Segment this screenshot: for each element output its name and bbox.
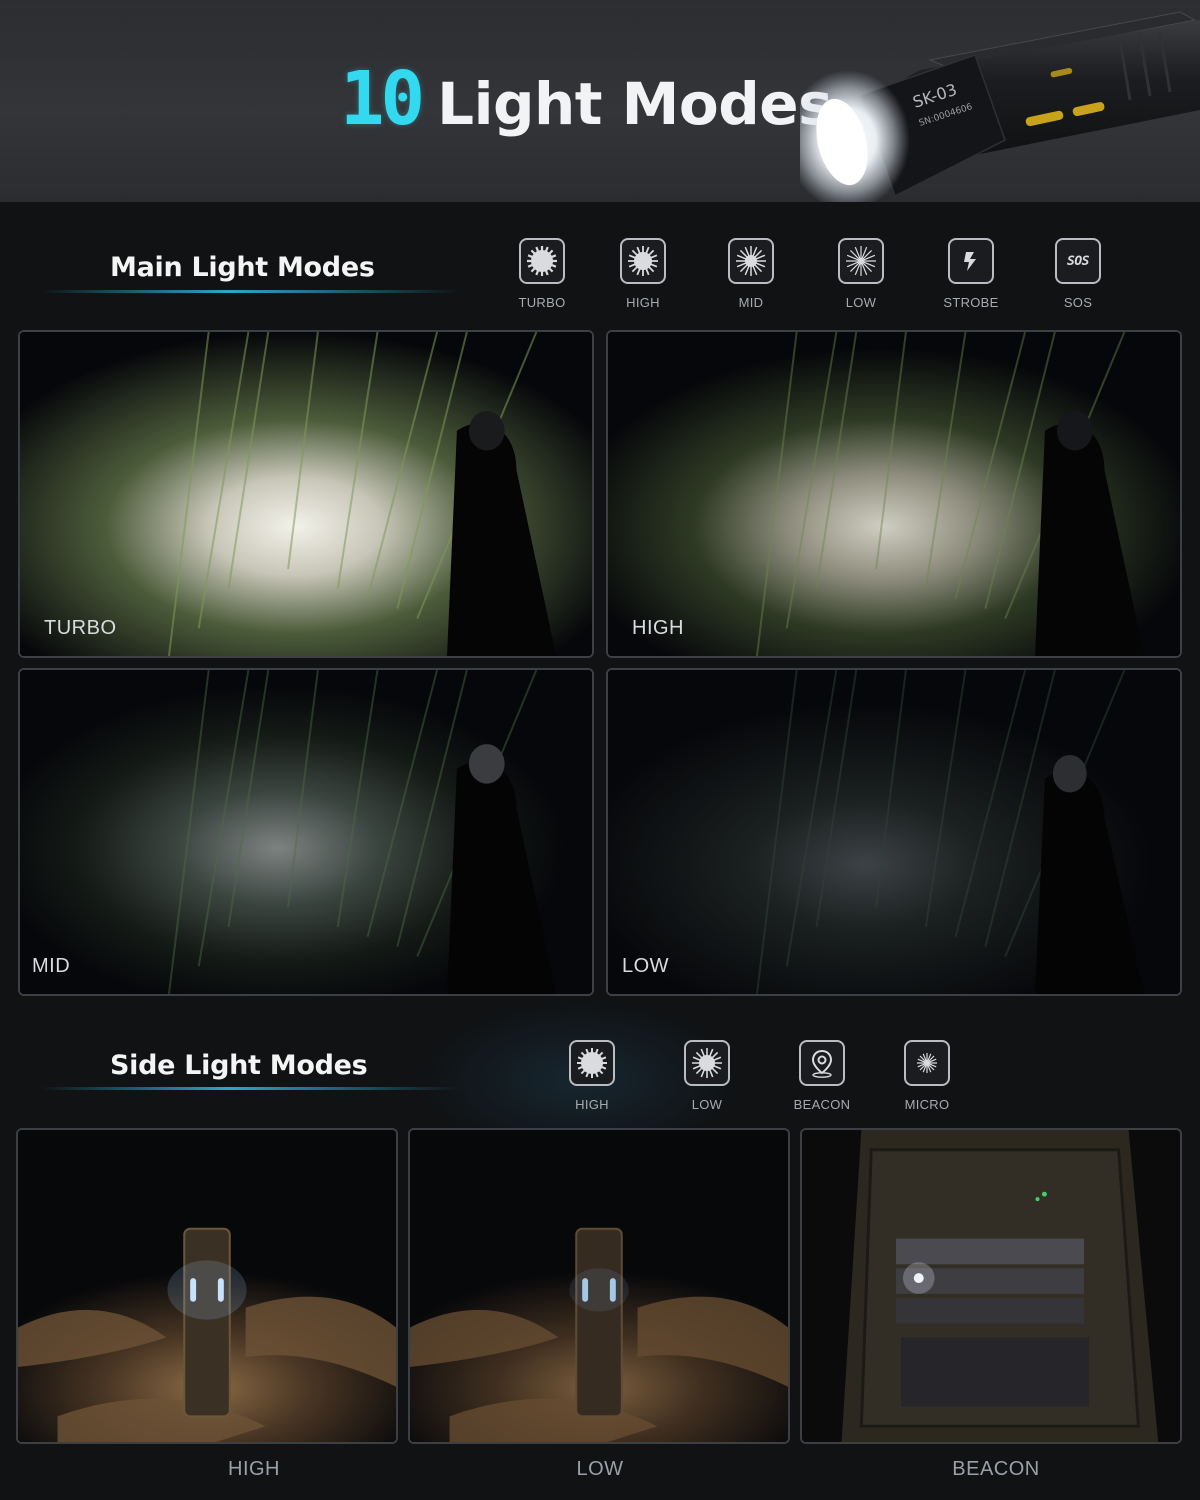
mode-label: HIGH (626, 295, 660, 310)
mode-high: HIGH (603, 238, 683, 310)
side-caption-beacon: BEACON (952, 1458, 1040, 1480)
side-photo-high (16, 1128, 398, 1444)
sun-mid-icon (728, 238, 774, 284)
sun-high-icon (620, 238, 666, 284)
side-caption-high: HIGH (228, 1458, 280, 1480)
mode-label: SOS (1063, 295, 1093, 310)
mode-label: BEACON (793, 1097, 851, 1112)
photo-low: LOW (606, 668, 1182, 996)
photo-label: MID (32, 955, 71, 977)
mode-label: LOW (845, 295, 877, 310)
mode-sos: SOS SOS (1038, 238, 1118, 310)
mode-count: 10 (340, 56, 425, 142)
photo-label: LOW (622, 955, 670, 977)
sun-high-icon (569, 1040, 615, 1086)
mode-mid: MID (711, 238, 791, 310)
mode-label: TURBO (518, 295, 566, 310)
sun-low-icon (838, 238, 884, 284)
photo-label: TURBO (44, 617, 117, 639)
mode-label: MID (738, 295, 764, 310)
lightning-icon (948, 238, 994, 284)
main-title-underline (40, 290, 460, 293)
main-section-title: Main Light Modes (110, 252, 375, 283)
mode-turbo: TURBO (502, 238, 582, 310)
sun-micro-icon (904, 1040, 950, 1086)
photo-label: HIGH (632, 617, 684, 639)
sun-low-icon (684, 1040, 730, 1086)
mode-strobe: STROBE (931, 238, 1011, 310)
title-text: Light Modes (437, 70, 833, 138)
mode-low: LOW (821, 238, 901, 310)
mode-label: HIGH (575, 1097, 609, 1112)
side-mode-low: LOW (667, 1040, 747, 1112)
side-photo-beacon (800, 1128, 1182, 1444)
side-mode-micro: MICRO (887, 1040, 967, 1112)
side-mode-beacon: BEACON (782, 1040, 862, 1112)
photo-mid: MID (18, 668, 594, 996)
page-title: 10 Light Modes (340, 56, 833, 142)
photo-high: HIGH (606, 330, 1182, 658)
side-photo-low (408, 1128, 790, 1444)
flashlight-image: SK-03 SN:0004606 (800, 11, 1200, 202)
side-section-title: Side Light Modes (110, 1050, 368, 1081)
sos-icon: SOS (1055, 238, 1101, 284)
side-caption-low: LOW (576, 1458, 624, 1480)
side-mode-high: HIGH (552, 1040, 632, 1112)
mode-label: LOW (691, 1097, 723, 1112)
mode-label: STROBE (943, 295, 999, 310)
sun-full-icon (519, 238, 565, 284)
mode-label: MICRO (904, 1097, 950, 1112)
location-pin-icon (799, 1040, 845, 1086)
header-banner: 10 Light Modes SK-03 SN:0004606 (0, 0, 1200, 202)
side-title-underline (40, 1087, 460, 1090)
photo-turbo: TURBO (18, 330, 594, 658)
